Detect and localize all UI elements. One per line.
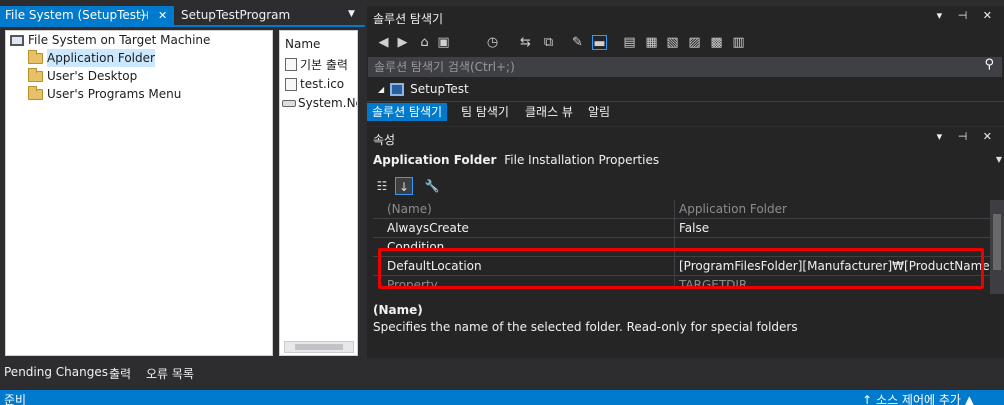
property-value[interactable]: [ProgramFilesFolder][Manufacturer]₩[Prod…: [679, 259, 990, 273]
list-item[interactable]: test.ico: [285, 75, 344, 93]
tree-item-application-folder[interactable]: Application Folder: [28, 49, 155, 67]
description-title: (Name): [373, 303, 423, 317]
tree-item-label: User's Desktop: [47, 69, 138, 83]
registry-editor-icon[interactable]: ▦: [644, 35, 659, 50]
alphabetical-icon[interactable]: ↓: [395, 177, 413, 195]
properties-object-selector[interactable]: Application Folder File Installation Pro…: [373, 153, 659, 167]
scrollbar-thumb[interactable]: [295, 344, 343, 350]
tree-item-users-desktop[interactable]: User's Desktop: [28, 67, 137, 85]
tab-notifications[interactable]: 알림: [583, 103, 615, 121]
computer-icon: [10, 34, 24, 46]
column-header-name[interactable]: Name: [285, 37, 320, 51]
object-name: Application Folder: [373, 153, 497, 167]
property-row[interactable]: Property TARGETDIR: [373, 276, 990, 288]
tree-item-users-programs-menu[interactable]: User's Programs Menu: [28, 85, 181, 103]
close-icon[interactable]: ✕: [158, 6, 167, 25]
property-row[interactable]: Condition: [373, 238, 990, 257]
horizontal-scrollbar[interactable]: [284, 341, 354, 353]
solution-tree-item-setuptest[interactable]: ◢ SetupTest: [378, 82, 469, 96]
status-text: 준비: [4, 393, 27, 405]
output-icon: [285, 57, 297, 71]
properties-title: 속성: [373, 133, 396, 147]
property-pages-icon[interactable]: 🔧: [423, 177, 441, 195]
property-name: Property: [387, 278, 438, 288]
list-item-label: System.Ne: [298, 96, 358, 110]
scrollbar-thumb[interactable]: [993, 214, 1001, 270]
property-name: (Name): [387, 202, 432, 216]
tab-dropdown-icon[interactable]: ▼: [348, 9, 355, 19]
tree-item-label: Application Folder: [47, 49, 155, 67]
property-value[interactable]: Application Folder: [679, 202, 787, 216]
bottom-tab-strip: Pending Changes 출력 오류 목록: [0, 360, 1004, 388]
file-system-editor-icon[interactable]: ▤: [622, 35, 637, 50]
object-dropdown-icon[interactable]: ▼: [996, 155, 1002, 164]
tab-team-explorer[interactable]: 팀 탐색기: [456, 103, 514, 121]
tab-file-system-label: File System (SetupTest): [5, 8, 146, 22]
property-grid[interactable]: (Name) Application Folder AlwaysCreate F…: [373, 200, 990, 288]
tab-class-view[interactable]: 클래스 뷰: [520, 103, 578, 121]
tab-file-system[interactable]: File System (SetupTest) ⊣ ✕: [0, 6, 174, 25]
property-value[interactable]: TARGETDIR: [679, 278, 747, 288]
tree-root[interactable]: File System on Target Machine: [10, 31, 210, 49]
file-system-tree[interactable]: File System on Target Machine Applicatio…: [5, 30, 273, 356]
tree-root-label: File System on Target Machine: [28, 33, 211, 47]
setup-project-icon: [390, 82, 405, 96]
back-icon[interactable]: ◀: [376, 35, 391, 50]
list-item[interactable]: 기본 출력: [285, 55, 348, 73]
description-text: Specifies the name of the selected folde…: [373, 320, 798, 334]
pane-controls[interactable]: ▾ ⊣ ✕: [937, 9, 998, 22]
property-row[interactable]: (Name) Application Folder: [373, 200, 990, 219]
solution-search-input[interactable]: 솔루션 탐색기 검색(Ctrl+;): [368, 57, 1002, 77]
folder-icon: [28, 67, 43, 82]
launch-conditions-icon[interactable]: ▥: [731, 35, 746, 50]
property-name: AlwaysCreate: [387, 221, 469, 235]
pane-controls[interactable]: ▾ ⊣ ✕: [937, 130, 998, 143]
sync-icon[interactable]: ⇆: [518, 35, 533, 50]
property-row-default-location[interactable]: DefaultLocation [ProgramFilesFolder][Man…: [373, 257, 990, 276]
solution-toolbar: ◀ ▶ ⌂ ▣ ◷ ⇆ ⧉ ✎ ▬ ▤ ▦ ▧ ▨ ▩ ▥: [367, 30, 1004, 56]
home-icon[interactable]: ⌂: [417, 35, 432, 50]
tab-output[interactable]: 출력: [109, 365, 131, 382]
property-value[interactable]: False: [679, 221, 709, 235]
file-types-editor-icon[interactable]: ▧: [665, 35, 680, 50]
list-item[interactable]: System.Ne: [282, 94, 358, 112]
pin-icon[interactable]: ⊣: [139, 6, 149, 25]
expand-icon[interactable]: ◢: [378, 85, 384, 94]
list-item-label: test.ico: [300, 77, 345, 91]
property-row[interactable]: AlwaysCreate False: [373, 219, 990, 238]
properties-icon[interactable]: ✎: [570, 35, 585, 50]
tree-item-label: User's Programs Menu: [47, 87, 182, 101]
property-description: (Name) Specifies the name of the selecte…: [373, 299, 998, 353]
collapse-icon[interactable]: ⧉: [541, 35, 556, 50]
tab-pending-changes[interactable]: Pending Changes: [4, 365, 108, 379]
tab-solution-explorer[interactable]: 솔루션 탐색기: [367, 103, 448, 121]
property-name: DefaultLocation: [387, 259, 482, 273]
property-name: Condition: [387, 240, 445, 254]
history-icon[interactable]: ◷: [485, 35, 500, 50]
view-icon[interactable]: ▣: [436, 35, 451, 50]
status-bar: 준비 ↑ 소스 제어에 추가 ▲: [0, 390, 1004, 405]
solution-explorer-title: 솔루션 탐색기: [373, 12, 444, 26]
preview-icon[interactable]: ▬: [592, 35, 607, 51]
forward-icon[interactable]: ▶: [395, 35, 410, 50]
add-to-source-control-button[interactable]: ↑ 소스 제어에 추가 ▲: [862, 391, 974, 405]
custom-actions-icon[interactable]: ▩: [709, 35, 724, 50]
folder-icon: [28, 49, 43, 64]
ui-editor-icon[interactable]: ▨: [687, 35, 702, 50]
folder-icon: [28, 85, 43, 100]
tab-error-list[interactable]: 오류 목록: [146, 365, 194, 382]
list-item-label: 기본 출력: [300, 57, 348, 72]
assembly-icon: [282, 99, 296, 107]
file-icon: [285, 77, 297, 91]
vertical-scrollbar[interactable]: [990, 200, 1004, 294]
document-tab-strip: File System (SetupTest) ⊣ ✕ SetupTestPro…: [0, 6, 365, 27]
categorized-icon[interactable]: ☷: [373, 177, 391, 195]
solution-tab-strip: 솔루션 탐색기 팀 탐색기 클래스 뷰 알림: [367, 101, 1004, 121]
object-type: File Installation Properties: [504, 153, 660, 167]
tab-setup-test-program[interactable]: SetupTestProgram: [176, 6, 295, 25]
project-label: SetupTest: [410, 82, 469, 96]
file-list[interactable]: Name 기본 출력 test.ico System.Ne: [279, 30, 358, 356]
search-icon[interactable]: ⚲: [984, 57, 994, 72]
